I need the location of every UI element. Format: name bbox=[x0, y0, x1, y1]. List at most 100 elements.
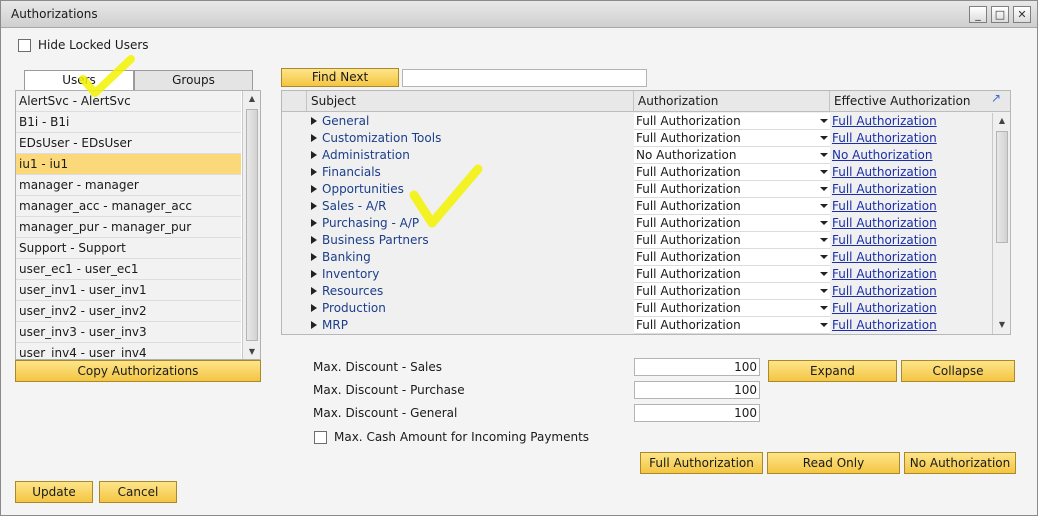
authorization-dropdown[interactable]: Full Authorization bbox=[634, 232, 830, 249]
dropdown-arrow-icon[interactable] bbox=[820, 272, 828, 276]
authorization-dropdown[interactable]: Full Authorization bbox=[634, 300, 830, 317]
hide-locked-checkbox[interactable] bbox=[18, 39, 31, 52]
list-item[interactable]: manager_pur - manager_pur bbox=[16, 217, 241, 238]
expand-triangle-icon[interactable] bbox=[311, 321, 317, 329]
table-row[interactable]: MRP Full Authorization Full Authorization bbox=[282, 317, 992, 334]
scroll-down-icon[interactable]: ▼ bbox=[995, 320, 1009, 329]
effective-authorization-link[interactable]: Full Authorization bbox=[832, 249, 990, 266]
scroll-down-icon[interactable]: ▼ bbox=[245, 347, 259, 356]
dropdown-arrow-icon[interactable] bbox=[820, 153, 828, 157]
list-item[interactable]: manager_acc - manager_acc bbox=[16, 196, 241, 217]
collapse-button[interactable]: Collapse bbox=[901, 360, 1015, 382]
authorization-dropdown[interactable]: Full Authorization bbox=[634, 130, 830, 147]
copy-authorizations-button[interactable]: Copy Authorizations bbox=[15, 360, 261, 382]
full-authorization-button[interactable]: Full Authorization bbox=[640, 452, 763, 474]
effective-authorization-link[interactable]: Full Authorization bbox=[832, 181, 990, 198]
list-item[interactable]: user_inv4 - user_inv4 bbox=[16, 343, 241, 359]
scroll-thumb[interactable] bbox=[996, 131, 1008, 243]
table-row[interactable]: Purchasing - A/P Full Authorization Full A… bbox=[282, 215, 992, 232]
effective-authorization-link[interactable]: Full Authorization bbox=[832, 283, 990, 300]
expand-triangle-icon[interactable] bbox=[311, 253, 317, 261]
expand-triangle-icon[interactable] bbox=[311, 134, 317, 142]
discount-purchase-field[interactable]: 100 bbox=[634, 381, 760, 399]
table-row[interactable]: Opportunities Full Authorization Full Auth… bbox=[282, 181, 992, 198]
table-row[interactable]: General Full Authorization Full Authorizat… bbox=[282, 113, 992, 130]
table-row[interactable]: Inventory Full Authorization Full Authoriz… bbox=[282, 266, 992, 283]
effective-authorization-link[interactable]: Full Authorization bbox=[832, 300, 990, 317]
table-row[interactable]: Resources Full Authorization Full Authoriz… bbox=[282, 283, 992, 300]
table-row[interactable]: Financials Full Authorization Full Authori… bbox=[282, 164, 992, 181]
expand-triangle-icon[interactable] bbox=[311, 287, 317, 295]
list-item[interactable]: EDsUser - EDsUser bbox=[16, 133, 241, 154]
scroll-up-icon[interactable]: ▲ bbox=[245, 94, 259, 103]
minimize-icon[interactable]: _ bbox=[969, 6, 987, 23]
effective-authorization-link[interactable]: Full Authorization bbox=[832, 215, 990, 232]
tab-groups[interactable]: Groups bbox=[134, 70, 253, 90]
table-row[interactable]: Sales - A/R Full Authorization Full Author… bbox=[282, 198, 992, 215]
expand-triangle-icon[interactable] bbox=[311, 151, 317, 159]
cancel-button[interactable]: Cancel bbox=[99, 481, 177, 503]
list-item[interactable]: B1i - B1i bbox=[16, 112, 241, 133]
cash-amount-checkbox[interactable] bbox=[314, 431, 327, 444]
table-row[interactable]: Customization Tools Full Authorization Ful… bbox=[282, 130, 992, 147]
dropdown-arrow-icon[interactable] bbox=[820, 119, 828, 123]
grid-scrollbar[interactable]: ▲ ▼ bbox=[992, 113, 1010, 334]
expand-triangle-icon[interactable] bbox=[311, 270, 317, 278]
effective-authorization-link[interactable]: No Authorization bbox=[832, 147, 990, 164]
authorization-dropdown[interactable]: Full Authorization bbox=[634, 181, 830, 198]
effective-authorization-link[interactable]: Full Authorization bbox=[832, 317, 990, 334]
dropdown-arrow-icon[interactable] bbox=[820, 255, 828, 259]
dropdown-arrow-icon[interactable] bbox=[820, 323, 828, 327]
expand-triangle-icon[interactable] bbox=[311, 304, 317, 312]
dropdown-arrow-icon[interactable] bbox=[820, 221, 828, 225]
users-scrollbar[interactable]: ▲ ▼ bbox=[242, 91, 260, 359]
dropdown-arrow-icon[interactable] bbox=[820, 306, 828, 310]
list-item[interactable]: Support - Support bbox=[16, 238, 241, 259]
scroll-thumb[interactable] bbox=[246, 109, 258, 341]
list-item-selected[interactable]: iu1 - iu1 bbox=[16, 154, 241, 175]
dropdown-arrow-icon[interactable] bbox=[820, 204, 828, 208]
table-row[interactable]: Banking Full Authorization Full Authorizat… bbox=[282, 249, 992, 266]
find-next-button[interactable]: Find Next bbox=[281, 68, 399, 87]
list-item[interactable]: user_ec1 - user_ec1 bbox=[16, 259, 241, 280]
authorization-dropdown[interactable]: Full Authorization bbox=[634, 215, 830, 232]
no-authorization-button[interactable]: No Authorization bbox=[904, 452, 1016, 474]
expand-arrow-icon[interactable]: ↗ bbox=[991, 92, 1003, 104]
effective-authorization-link[interactable]: Full Authorization bbox=[832, 113, 990, 130]
effective-authorization-link[interactable]: Full Authorization bbox=[832, 164, 990, 181]
discount-general-field[interactable]: 100 bbox=[634, 404, 760, 422]
scroll-up-icon[interactable]: ▲ bbox=[995, 116, 1009, 125]
effective-authorization-link[interactable]: Full Authorization bbox=[832, 130, 990, 147]
expand-button[interactable]: Expand bbox=[768, 360, 897, 382]
authorization-dropdown[interactable]: No Authorization bbox=[634, 147, 830, 164]
dropdown-arrow-icon[interactable] bbox=[820, 170, 828, 174]
update-button[interactable]: Update bbox=[15, 481, 93, 503]
discount-sales-field[interactable]: 100 bbox=[634, 358, 760, 376]
dropdown-arrow-icon[interactable] bbox=[820, 136, 828, 140]
authorization-dropdown[interactable]: Full Authorization bbox=[634, 283, 830, 300]
find-input[interactable] bbox=[402, 69, 647, 87]
list-item[interactable]: AlertSvc - AlertSvc bbox=[16, 91, 241, 112]
list-item[interactable]: user_inv3 - user_inv3 bbox=[16, 322, 241, 343]
table-row[interactable]: Business Partners Full Authorization Full … bbox=[282, 232, 992, 249]
effective-authorization-link[interactable]: Full Authorization bbox=[832, 232, 990, 249]
dropdown-arrow-icon[interactable] bbox=[820, 238, 828, 242]
expand-triangle-icon[interactable] bbox=[311, 185, 317, 193]
column-header-effective[interactable]: Effective Authorization bbox=[830, 91, 1010, 112]
column-header-authorization[interactable]: Authorization bbox=[634, 91, 830, 112]
expand-triangle-icon[interactable] bbox=[311, 219, 317, 227]
read-only-button[interactable]: Read Only bbox=[767, 452, 900, 474]
tab-users[interactable]: Users bbox=[24, 70, 134, 90]
list-item[interactable]: user_inv1 - user_inv1 bbox=[16, 280, 241, 301]
expand-triangle-icon[interactable] bbox=[311, 236, 317, 244]
column-header-subject[interactable]: Subject bbox=[307, 91, 634, 112]
authorization-dropdown[interactable]: Full Authorization bbox=[634, 164, 830, 181]
expand-triangle-icon[interactable] bbox=[311, 117, 317, 125]
authorization-dropdown[interactable]: Full Authorization bbox=[634, 198, 830, 215]
expand-triangle-icon[interactable] bbox=[311, 168, 317, 176]
expand-triangle-icon[interactable] bbox=[311, 202, 317, 210]
close-icon[interactable]: ✕ bbox=[1013, 6, 1031, 23]
dropdown-arrow-icon[interactable] bbox=[820, 187, 828, 191]
table-row[interactable]: Administration No Authorization No Authori… bbox=[282, 147, 992, 164]
list-item[interactable]: user_inv2 - user_inv2 bbox=[16, 301, 241, 322]
